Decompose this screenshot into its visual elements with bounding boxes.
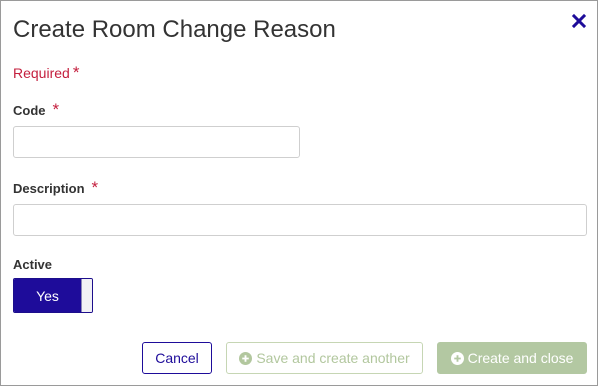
dialog-title: Create Room Change Reason [13,16,336,43]
plus-circle-icon [239,351,253,365]
description-required-asterisk: * [91,178,99,197]
code-required-asterisk: * [52,100,60,119]
active-label-text: Active [13,257,53,272]
cancel-button-label: Cancel [155,350,199,366]
description-label-text: Description [13,181,85,196]
create-room-change-reason-dialog: Create Room Change Reason Required * Code… [0,0,598,386]
description-label: Description * [13,179,98,198]
active-toggle-knob[interactable] [81,279,92,312]
required-note-text: Required [13,65,70,81]
save-and-create-another-button[interactable]: Save and create another [226,342,423,374]
save-and-create-another-label: Save and create another [256,350,410,366]
code-label-text: Code [13,103,46,118]
description-input[interactable] [13,204,587,236]
cancel-button[interactable]: Cancel [142,342,212,374]
close-icon[interactable] [570,12,588,30]
active-toggle-label: Yes [14,279,81,312]
code-input[interactable] [13,126,300,158]
create-and-close-label: Create and close [467,350,574,366]
active-label: Active [13,256,52,274]
active-toggle[interactable]: Yes [13,278,93,313]
required-asterisk: * [72,63,80,82]
code-label: Code * [13,101,59,120]
close-x-icon [571,13,587,29]
plus-circle-icon [450,351,464,365]
create-and-close-button[interactable]: Create and close [437,342,587,374]
required-note: Required * [13,64,79,82]
